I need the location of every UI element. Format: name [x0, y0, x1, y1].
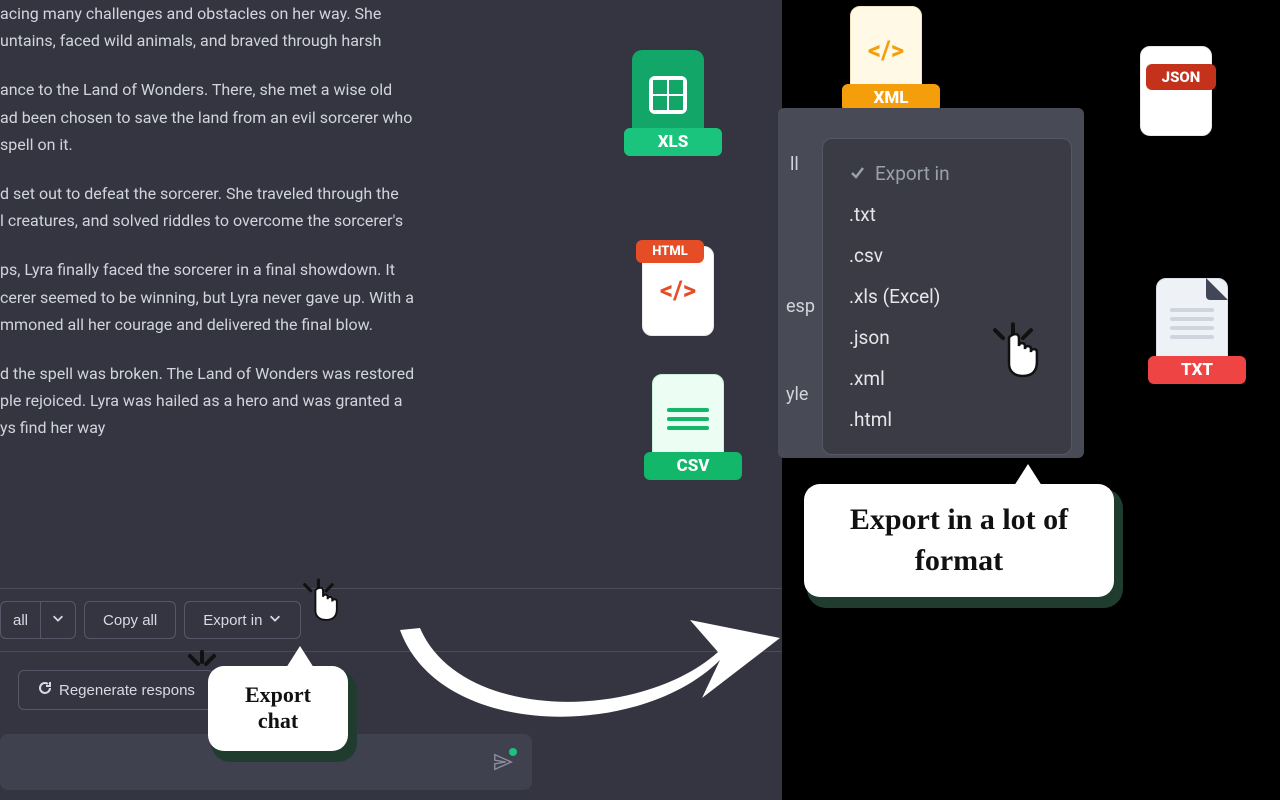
callout-export-formats-text: Export in a lot of format — [850, 503, 1068, 577]
csv-label: CSV — [644, 452, 742, 480]
all-button-label: all — [13, 612, 28, 629]
export-option-xls[interactable]: .xls (Excel) — [823, 276, 1071, 317]
html-file-icon: </> HTML — [642, 246, 724, 346]
regenerate-label: Regenerate respons — [59, 682, 195, 699]
csv-file-icon: CSV — [652, 374, 734, 474]
txt-file-icon: TXT — [1156, 278, 1238, 378]
chevron-down-icon — [268, 611, 282, 629]
export-header-label: Export in — [875, 162, 950, 185]
copy-all-label: Copy all — [103, 612, 157, 629]
regenerate-response-button[interactable]: Regenerate respons — [18, 670, 214, 710]
arrow-icon — [380, 590, 780, 760]
xls-label: XLS — [624, 128, 722, 156]
chevron-down-icon — [51, 611, 65, 629]
txt-label: TXT — [1148, 356, 1246, 384]
export-option-html[interactable]: .html — [823, 399, 1071, 440]
json-file-icon: JSON — [1140, 46, 1222, 146]
export-in-label: Export in — [203, 612, 262, 629]
export-option-txt[interactable]: .txt — [823, 194, 1071, 235]
export-dropdown-header: Export in — [823, 153, 1071, 194]
callout-export-chat: Export chat — [208, 666, 348, 751]
peek-text: ll — [790, 154, 799, 175]
export-option-json[interactable]: .json — [823, 317, 1071, 358]
refresh-icon — [37, 680, 53, 700]
callout-export-formats: Export in a lot of format — [804, 484, 1114, 597]
html-label: HTML — [636, 240, 704, 263]
export-option-csv[interactable]: .csv — [823, 235, 1071, 276]
xml-file-icon: </> XML — [850, 6, 932, 106]
copy-all-button[interactable]: Copy all — [84, 601, 176, 639]
json-label: JSON — [1146, 64, 1216, 90]
export-option-xml[interactable]: .xml — [823, 358, 1071, 399]
export-in-button[interactable]: Export in — [184, 601, 301, 639]
check-icon — [849, 162, 865, 185]
xls-file-icon: XLS — [632, 50, 714, 150]
export-dropdown[interactable]: Export in .txt .csv .xls (Excel) .json .… — [822, 138, 1072, 455]
peek-text: esp — [786, 296, 815, 317]
peek-text: yle — [786, 384, 808, 405]
all-dropdown-button[interactable] — [40, 601, 76, 639]
callout-export-chat-text: Export chat — [245, 682, 311, 733]
all-button[interactable]: all — [0, 601, 41, 639]
